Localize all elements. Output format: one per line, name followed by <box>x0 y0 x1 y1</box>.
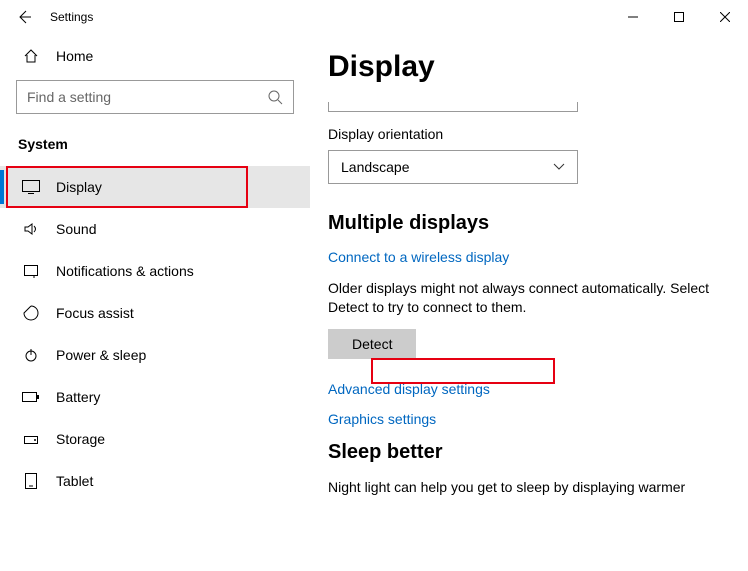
content-pane: Display Display orientation Landscape Mu… <box>310 34 748 571</box>
sidebar-item-sound[interactable]: Sound <box>0 208 310 250</box>
sidebar: Home System Display Sound Notifications … <box>0 34 310 571</box>
category-label: System <box>0 126 310 166</box>
multiple-displays-heading: Multiple displays <box>328 212 720 235</box>
power-icon <box>22 347 40 363</box>
sidebar-item-storage[interactable]: Storage <box>0 418 310 460</box>
battery-icon <box>22 391 40 403</box>
back-button[interactable] <box>0 0 48 34</box>
search-box[interactable] <box>16 80 294 114</box>
sidebar-item-focus[interactable]: Focus assist <box>0 292 310 334</box>
notifications-icon <box>22 263 40 279</box>
arrow-left-icon <box>16 9 32 25</box>
detect-help-text: Older displays might not always connect … <box>328 279 720 317</box>
detect-button[interactable]: Detect <box>328 329 416 359</box>
minimize-button[interactable] <box>610 0 656 34</box>
orientation-label: Display orientation <box>328 126 720 142</box>
focus-icon <box>22 305 40 321</box>
search-input[interactable] <box>27 89 267 105</box>
sleep-better-heading: Sleep better <box>328 441 720 464</box>
close-button[interactable] <box>702 0 748 34</box>
sound-icon <box>22 221 40 237</box>
close-icon <box>720 12 730 22</box>
tablet-icon <box>22 473 40 489</box>
sidebar-item-display[interactable]: Display <box>0 166 310 208</box>
orientation-dropdown[interactable]: Landscape <box>328 150 578 184</box>
sidebar-item-tablet[interactable]: Tablet <box>0 460 310 502</box>
titlebar: Settings <box>0 0 748 34</box>
maximize-button[interactable] <box>656 0 702 34</box>
sidebar-item-label: Sound <box>56 221 96 237</box>
sidebar-item-notifications[interactable]: Notifications & actions <box>0 250 310 292</box>
sidebar-item-label: Focus assist <box>56 305 134 321</box>
wireless-display-link[interactable]: Connect to a wireless display <box>328 249 720 265</box>
minimize-icon <box>628 12 638 22</box>
window-controls <box>610 0 748 34</box>
advanced-display-link[interactable]: Advanced display settings <box>328 381 720 397</box>
home-button[interactable]: Home <box>0 38 310 74</box>
sidebar-item-label: Display <box>56 179 102 195</box>
sidebar-item-power[interactable]: Power & sleep <box>0 334 310 376</box>
storage-icon <box>22 431 40 447</box>
window-title: Settings <box>48 10 610 24</box>
cropped-control <box>328 102 578 112</box>
sidebar-item-label: Notifications & actions <box>56 263 194 279</box>
graphics-settings-link[interactable]: Graphics settings <box>328 411 720 427</box>
sidebar-item-label: Battery <box>56 389 100 405</box>
search-icon <box>267 89 283 105</box>
dropdown-value: Landscape <box>341 159 410 175</box>
sidebar-item-label: Tablet <box>56 473 93 489</box>
page-title: Display <box>328 50 720 84</box>
home-icon <box>22 48 40 64</box>
maximize-icon <box>674 12 684 22</box>
sidebar-item-label: Power & sleep <box>56 347 146 363</box>
sleep-better-text: Night light can help you get to sleep by… <box>328 478 720 497</box>
display-icon <box>22 180 40 194</box>
sidebar-item-label: Storage <box>56 431 105 447</box>
home-label: Home <box>56 48 93 64</box>
chevron-down-icon <box>553 163 565 171</box>
sidebar-item-battery[interactable]: Battery <box>0 376 310 418</box>
